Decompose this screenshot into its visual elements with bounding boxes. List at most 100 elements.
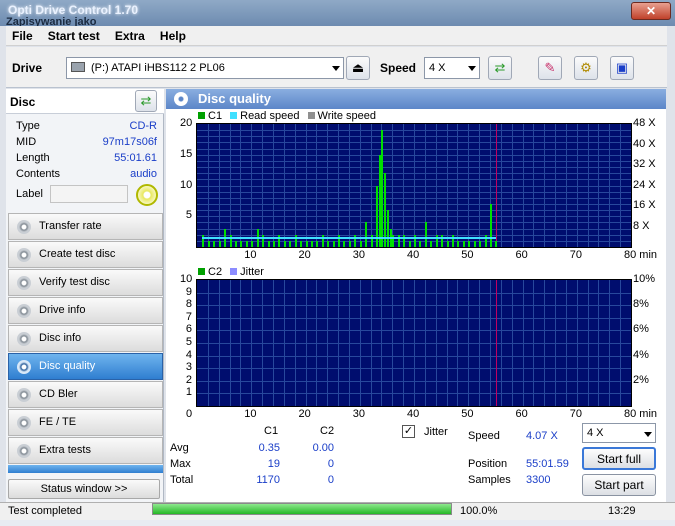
disc-label-input[interactable] [50, 185, 128, 203]
eject-button[interactable]: ⏏ [346, 56, 370, 80]
c1-x-tick: 70 [569, 249, 582, 261]
c1-x-tick: 60 [515, 249, 528, 261]
menu-help[interactable]: Help [154, 26, 192, 46]
nav-verify-test-disc[interactable]: Verify test disc [8, 269, 163, 296]
c2-y-tick: 2 [185, 373, 192, 386]
stats-avg-label: Avg [170, 442, 189, 454]
disc-icon [136, 184, 158, 206]
c2-gridline-h [197, 330, 631, 332]
status-text: Test completed [8, 505, 82, 517]
save-button[interactable]: ▣ [610, 56, 634, 80]
c1-bar [419, 240, 422, 247]
speed-info-value: 4.07 X [526, 430, 558, 442]
disc-refresh-button[interactable]: ⇄ [135, 90, 157, 112]
panel-title: Disc quality [198, 91, 271, 106]
nav-create-test-disc[interactable]: Create test disc [8, 241, 163, 268]
c1-gridline-h [197, 185, 631, 187]
background-window-strip [0, 520, 675, 526]
c2-x-tick: 30 [352, 408, 365, 420]
c2-gridline-h [197, 343, 631, 344]
test-speed-select[interactable]: 4 X [582, 423, 656, 443]
c2-gridline-h [197, 355, 631, 357]
nav-disc-quality[interactable]: Disc quality [8, 353, 163, 380]
start-part-button[interactable]: Start part [582, 474, 656, 496]
nav-cd-bler[interactable]: CD Bler [8, 381, 163, 408]
nav-drive-info[interactable]: Drive info [8, 297, 163, 324]
clock-text: 13:29 [608, 505, 636, 517]
speed-select[interactable]: 4 X [424, 57, 480, 79]
gear-icon: ⚙ [580, 60, 592, 75]
disc-icon [174, 92, 188, 106]
c1-bar [489, 203, 492, 247]
c1-y-tick: 5 [185, 209, 192, 222]
disc-mid-key: MID [16, 136, 37, 148]
disc-icon [17, 416, 31, 430]
check-icon: ✓ [403, 425, 414, 437]
chevron-down-icon [468, 66, 476, 71]
eraser-icon: ✎ [544, 60, 556, 75]
c1-y-tick: 10 [180, 178, 193, 191]
c2-y-tick: 6 [185, 323, 192, 336]
disc-icon [17, 276, 31, 290]
window-title: Opti Drive Control 1.70 [8, 3, 139, 17]
status-window-button[interactable]: Status window >> [8, 479, 160, 499]
c1-y2-tick: 40 X [633, 137, 656, 150]
nav-fe-te[interactable]: FE / TE [8, 409, 163, 436]
c2-x-tick-zero: 0 [186, 408, 193, 420]
c1-bar [251, 240, 254, 247]
c1-bar [327, 240, 330, 247]
legend-write-speed: Write speed [317, 110, 377, 122]
c1-gridline-h [197, 130, 631, 132]
nav-label: Verify test disc [39, 276, 110, 288]
nav-label: CD Bler [39, 388, 78, 400]
close-button[interactable]: ✕ [631, 2, 671, 20]
nav-disc-info[interactable]: Disc info [8, 325, 163, 352]
c1-y2-tick: 48 X [633, 117, 656, 129]
c2-y-tick: 8 [185, 298, 192, 311]
nav-label: FE / TE [39, 416, 77, 428]
jitter-checkbox[interactable]: ✓ [402, 425, 415, 438]
c1-x-tick: 40 [407, 249, 420, 261]
c1-x-tick: 20 [298, 249, 311, 261]
c1-y-tick: 20 [180, 117, 193, 129]
c1-gridline-h [197, 228, 631, 230]
menu-extra[interactable]: Extra [109, 26, 151, 46]
drive-label: Drive [12, 61, 43, 75]
progress-text: 100.0% [460, 505, 498, 517]
c1-bar [245, 240, 248, 247]
disc-icon [17, 388, 31, 402]
c1-gridline-h [197, 167, 631, 169]
main-panel: C1 Read speed Write speed C2 Jitter C1 C… [166, 109, 666, 502]
settings-button[interactable]: ⚙ [574, 56, 598, 80]
c2-y-tick: 4 [185, 348, 192, 361]
c2-y2-tick: 4% [633, 348, 649, 361]
c1-bar [408, 240, 411, 247]
c1-bar [446, 240, 449, 247]
c2-gridline-h [197, 368, 631, 370]
nav-label: Create test disc [39, 248, 116, 260]
jitter-label: Jitter [424, 426, 448, 438]
c2-x-tick: 20 [298, 408, 311, 420]
refresh-button[interactable]: ⇄ [488, 56, 512, 80]
c2-x-tick: 80 min [624, 408, 658, 420]
menu-file[interactable]: File [6, 26, 39, 46]
disc-icon [17, 360, 31, 374]
c2-y-tick: 5 [185, 336, 192, 348]
menu-start-test[interactable]: Start test [42, 26, 106, 46]
progress-bar [152, 503, 452, 515]
c1-bar [283, 240, 286, 247]
nav-transfer-rate[interactable]: Transfer rate [8, 213, 163, 240]
test-speed-select-value: 4 X [587, 427, 604, 439]
left-panel: Disc ⇄ Type CD-R MID 97m17s06f Length 55… [6, 89, 164, 502]
panel-header: Disc quality [166, 89, 666, 109]
drive-select[interactable]: (P:) ATAPI iHBS112 2 PL06 [66, 57, 344, 79]
disc-type-key: Type [16, 120, 40, 132]
erase-button[interactable]: ✎ [538, 56, 562, 80]
chart2-legend: C2 Jitter [198, 266, 264, 278]
start-full-button[interactable]: Start full [582, 447, 656, 470]
c1-bar [473, 240, 476, 247]
legend-write-swatch [307, 112, 315, 119]
c1-bar [462, 240, 465, 247]
nav-extra-tests[interactable]: Extra tests [8, 437, 163, 464]
samples-label: Samples [468, 474, 511, 486]
